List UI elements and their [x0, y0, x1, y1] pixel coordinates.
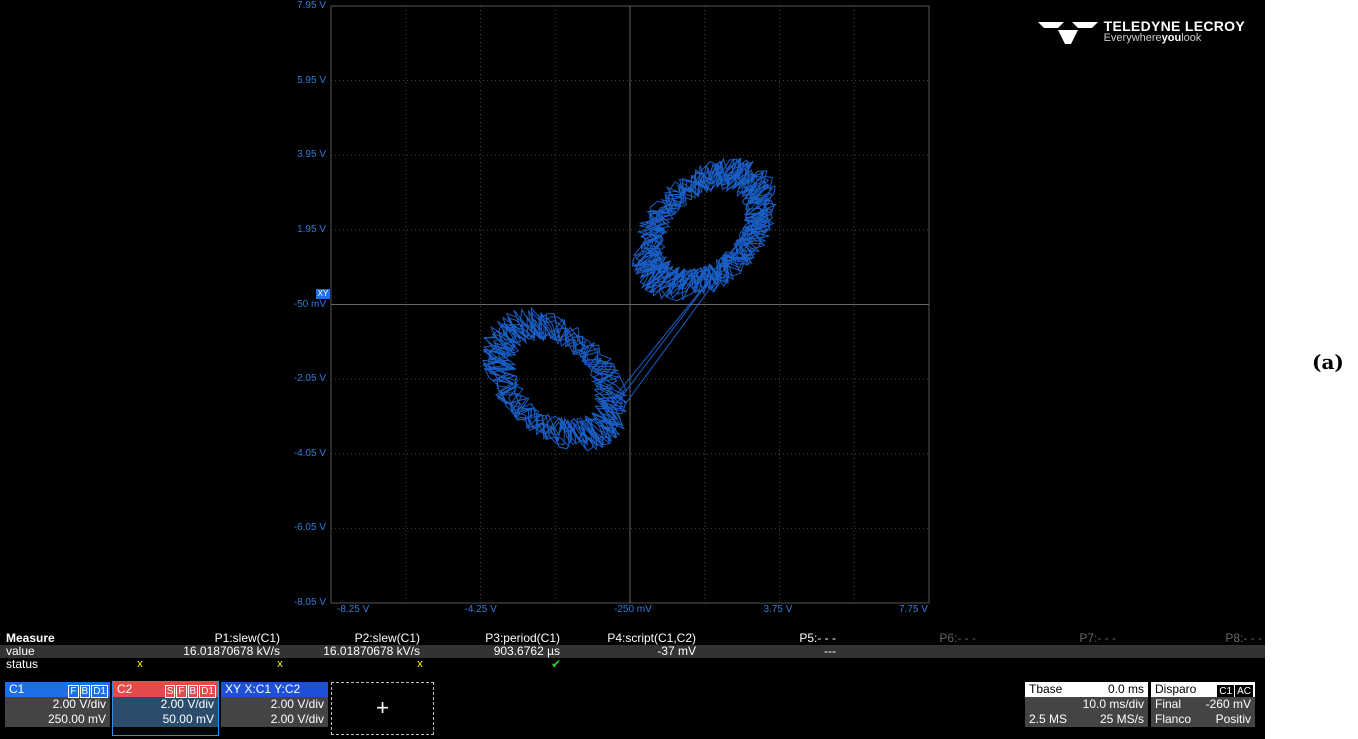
- y-axis-tick-label: -6.05 V: [293, 522, 326, 534]
- y-axis-tick-label: -2.05 V: [293, 373, 326, 385]
- add-trace-button[interactable]: +: [331, 682, 434, 735]
- measure-param-status: ✔: [550, 657, 562, 671]
- measure-param-name[interactable]: P5:- - -: [696, 632, 836, 645]
- x-axis-tick-label: 7.75 V: [899, 604, 928, 615]
- trigger-mode: Final: [1155, 697, 1182, 711]
- y-axis-tick-label: -50 mV: [293, 298, 326, 310]
- xy-trace-marker[interactable]: XY: [316, 289, 330, 299]
- x-axis-tick-label: -4.25 V: [464, 604, 497, 615]
- c1-scale: 2.00 V/div: [5, 697, 110, 712]
- channel-c2-descriptor[interactable]: C2 S F B D1 2.00 V/div 50.00 mV: [112, 681, 219, 736]
- timebase-scale: 10.0 ms/div: [1082, 697, 1144, 711]
- trigger-level: -260 mV: [1205, 697, 1251, 711]
- logo-icon: [1037, 22, 1098, 44]
- measure-param-status: x: [137, 658, 143, 670]
- trigger-descriptor[interactable]: Disparo C1 AC Final -260 mV Flanco Positiv: [1151, 682, 1255, 735]
- c2-tag-b: B: [187, 685, 199, 698]
- xy-descriptor[interactable]: XY X:C1 Y:C2 2.00 V/div 2.00 V/div: [221, 682, 328, 735]
- xy-scale-y: 2.00 V/div: [221, 712, 328, 727]
- c1-offset: 250.00 mV: [5, 712, 110, 727]
- timebase-rate: 25 MS/s: [1099, 712, 1144, 726]
- measure-param-value: 903.6762 µs: [493, 644, 560, 658]
- y-axis-tick-label: 5.95 V: [297, 74, 326, 86]
- x-axis-tick-label: -8.25 V: [337, 604, 370, 615]
- status-row-label: status: [6, 657, 39, 671]
- c2-tag-f: F: [176, 685, 187, 698]
- teledyne-lecroy-logo: TELEDYNE LECROY Everywhereyoulook: [1037, 18, 1245, 44]
- c1-tag-d1: D1: [91, 685, 108, 698]
- measure-param-value: ---: [824, 644, 836, 658]
- measure-param-status: x: [277, 658, 283, 670]
- x-axis-tick-label: 3.75 V: [763, 604, 793, 615]
- c2-name: C2: [117, 682, 133, 696]
- measure-table[interactable]: Measure P1:slew(C1) P2:slew(C1) P3:period(…: [0, 632, 1265, 671]
- timebase-delay: 0.0 ms: [1107, 682, 1144, 696]
- timebase-label: Tbase: [1029, 682, 1063, 696]
- timebase-samples: 2.5 MS: [1029, 712, 1068, 726]
- c2-tag-s: S: [164, 685, 176, 698]
- c1-tag-b: B: [79, 685, 91, 698]
- c2-tag-d1: D1: [199, 685, 216, 698]
- c1-tag-f: F: [68, 685, 79, 698]
- x-axis-tick-label: -250 mV: [614, 604, 652, 615]
- measure-status-row: status x x x ✔: [0, 658, 1265, 671]
- xy-plot-grid: [330, 5, 930, 604]
- oscilloscope-screen: TELEDYNE LECROY Everywhereyoulook XY 7.9…: [0, 0, 1265, 739]
- c2-offset: 50.00 mV: [113, 712, 218, 727]
- y-axis-tick-label: 1.95 V: [297, 223, 326, 235]
- measure-param-status: x: [417, 658, 423, 670]
- y-axis-tick-label: 7.95 V: [297, 0, 326, 11]
- trigger-type: Flanco: [1155, 712, 1192, 726]
- measure-param-name[interactable]: P8:- - -: [1122, 632, 1262, 645]
- y-axis-tick-label: -4.05 V: [293, 447, 326, 459]
- measure-param-value: 16.01870678 kV/s: [323, 644, 420, 658]
- timebase-descriptor[interactable]: Tbase 0.0 ms 10.0 ms/div 2.5 MS 25 MS/s: [1025, 682, 1148, 735]
- xy-source: X:C1 Y:C2: [244, 682, 301, 696]
- measure-value-row: value 16.01870678 kV/s 16.01870678 kV/s 90…: [0, 645, 1265, 658]
- y-axis-tick-label: 3.95 V: [297, 149, 326, 161]
- measure-param-value: 16.01870678 kV/s: [183, 644, 280, 658]
- c2-scale: 2.00 V/div: [113, 697, 218, 712]
- trigger-label: Disparo: [1155, 682, 1197, 696]
- c1-name: C1: [9, 682, 25, 696]
- channel-c1-descriptor[interactable]: C1 F B D1 2.00 V/div 250.00 mV: [5, 682, 110, 735]
- measure-param-name[interactable]: P6:- - -: [836, 632, 976, 645]
- measure-param-name[interactable]: P7:- - -: [976, 632, 1116, 645]
- measure-param-value: -37 mV: [657, 644, 696, 658]
- xy-scale-x: 2.00 V/div: [221, 697, 328, 712]
- figure-label: (a): [1312, 350, 1344, 374]
- xy-name: XY: [225, 682, 242, 696]
- y-axis-tick-label: -8.05 V: [293, 597, 326, 608]
- trigger-slope: Positiv: [1215, 712, 1251, 726]
